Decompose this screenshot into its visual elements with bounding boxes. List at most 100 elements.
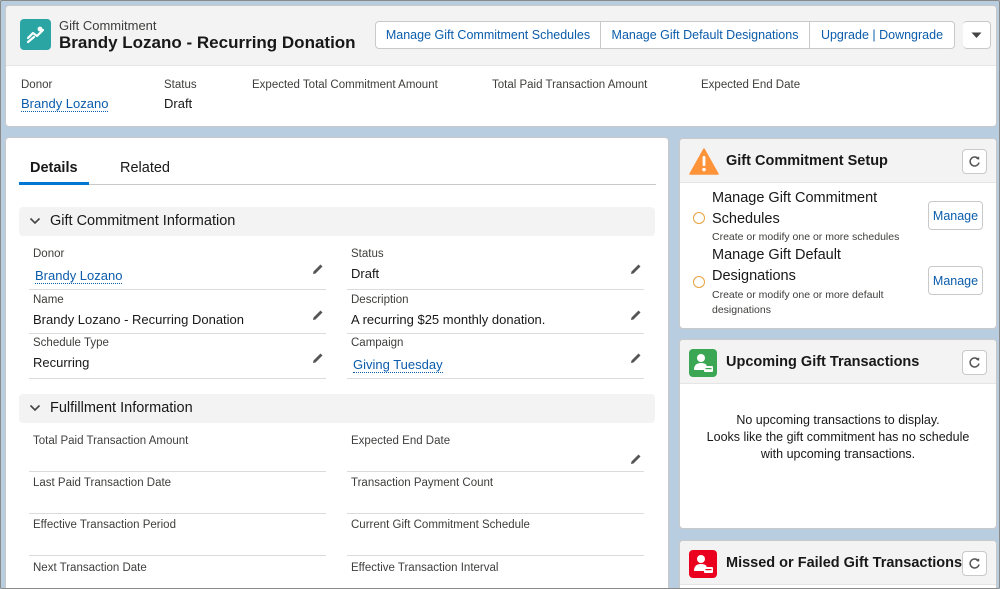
field-label: Effective Transaction Interval	[351, 562, 499, 574]
pencil-icon[interactable]	[630, 453, 642, 465]
header-action-buttons: Manage Gift Commitment Schedules Manage …	[375, 21, 991, 49]
field-value: Draft	[351, 266, 380, 281]
campaign-link[interactable]: Giving Tuesday	[353, 357, 443, 373]
missed-transaction-icon	[689, 550, 717, 578]
highlight-donor-link[interactable]: Brandy Lozano	[21, 96, 109, 112]
empty-state-line: No upcoming transactions to display.	[736, 413, 940, 427]
app-frame: Gift Commitment Brandy Lozano - Recurrin…	[0, 0, 1000, 589]
refresh-button[interactable]	[962, 350, 987, 375]
field-label: Schedule Type	[33, 337, 109, 349]
pencil-icon[interactable]	[630, 263, 642, 275]
highlight-expected-end-label: Expected End Date	[701, 79, 801, 91]
manage-designations-card-button[interactable]: Manage	[928, 266, 983, 295]
field-value[interactable]: Giving Tuesday	[353, 357, 443, 373]
chevron-down-icon	[29, 217, 41, 225]
upcoming-gift-transactions-card: Upcoming Gift Transactions No upcoming t…	[679, 339, 997, 529]
field-label: Total Paid Transaction Amount	[33, 435, 189, 447]
field-donor: Donor Brandy Lozano	[29, 248, 326, 290]
field-value: Brandy Lozano - Recurring Donation	[33, 312, 245, 327]
gift-commitment-info-section-header[interactable]: Gift Commitment Information	[19, 207, 655, 236]
fulfillment-info-section-header[interactable]: Fulfillment Information	[19, 394, 655, 423]
missed-gift-transactions-card: Missed or Failed Gift Transactions	[679, 540, 997, 588]
upgrade-downgrade-button[interactable]: Upgrade | Downgrade	[810, 21, 955, 49]
record-title: Brandy Lozano - Recurring Donation	[59, 33, 356, 52]
highlight-donor-label: Donor	[21, 79, 53, 91]
field-description: Description A recurring $25 monthly dona…	[347, 294, 644, 334]
pencil-icon[interactable]	[630, 309, 642, 321]
upcoming-transaction-icon	[689, 349, 717, 377]
donor-link[interactable]: Brandy Lozano	[35, 268, 123, 284]
setup-item-title-line: Schedules	[712, 211, 780, 227]
pencil-icon[interactable]	[312, 263, 324, 275]
field-total-paid: Total Paid Transaction Amount	[29, 435, 326, 472]
field-payment-count: Transaction Payment Count	[347, 477, 644, 514]
record-header: Gift Commitment Brandy Lozano - Recurrin…	[5, 5, 997, 127]
incomplete-step-icon	[693, 212, 705, 224]
gift-commitment-icon	[20, 19, 51, 50]
tab-bar: Details Related	[19, 152, 656, 185]
field-value: A recurring $25 monthly donation.	[351, 312, 546, 327]
card-title: Missed or Failed Gift Transactions	[726, 555, 963, 571]
field-label: Name	[33, 294, 64, 306]
field-label: Next Transaction Date	[33, 562, 147, 574]
field-label: Current Gift Commitment Schedule	[351, 519, 530, 531]
chevron-down-icon	[971, 32, 982, 38]
highlight-total-paid-label: Total Paid Transaction Amount	[492, 79, 648, 91]
refresh-icon	[969, 357, 980, 368]
field-name: Name Brandy Lozano - Recurring Donation	[29, 294, 326, 334]
field-label: Description	[351, 294, 409, 306]
section-title: Fulfillment Information	[50, 400, 193, 416]
refresh-button[interactable]	[962, 551, 987, 576]
field-value[interactable]: Brandy Lozano	[35, 268, 123, 284]
field-label: Donor	[33, 248, 65, 260]
highlight-status-value: Draft	[164, 96, 193, 111]
setup-item-title-line: Manage Gift Commitment	[712, 190, 878, 206]
manage-designations-button[interactable]: Manage Gift Default Designations	[601, 21, 810, 49]
setup-item-title: Manage Gift Default Designations	[712, 245, 841, 287]
warning-icon	[689, 148, 719, 175]
card-title: Gift Commitment Setup	[726, 153, 888, 169]
field-schedule-type: Schedule Type Recurring	[29, 337, 326, 379]
field-status: Status Draft	[347, 248, 644, 290]
field-current-schedule: Current Gift Commitment Schedule	[347, 519, 644, 556]
refresh-icon	[969, 156, 980, 167]
field-last-paid-date: Last Paid Transaction Date	[29, 477, 326, 514]
card-header: Gift Commitment Setup	[680, 139, 996, 183]
field-label: Effective Transaction Period	[33, 519, 176, 531]
field-label: Last Paid Transaction Date	[33, 477, 172, 489]
highlight-status-label: Status	[164, 79, 197, 91]
empty-state-line: with upcoming transactions.	[760, 447, 916, 461]
highlight-donor-value[interactable]: Brandy Lozano	[21, 96, 109, 112]
card-title: Upcoming Gift Transactions	[726, 354, 920, 370]
field-label: Expected End Date	[351, 435, 451, 447]
more-actions-dropdown[interactable]	[963, 21, 991, 49]
setup-item-desc: Create or modify one or more default des…	[712, 289, 884, 316]
gift-commitment-setup-card: Gift Commitment Setup Manage Gift Commit…	[679, 138, 997, 329]
tab-related[interactable]: Related	[120, 160, 170, 176]
setup-item-title: Manage Gift Commitment Schedules	[712, 188, 877, 230]
manage-schedules-button[interactable]: Manage Gift Commitment Schedules	[375, 21, 601, 49]
manage-schedules-card-button[interactable]: Manage	[928, 201, 983, 230]
refresh-button[interactable]	[962, 149, 987, 174]
field-effective-period: Effective Transaction Period	[29, 519, 326, 556]
empty-state-message: No upcoming transactions to display. Loo…	[680, 412, 996, 463]
active-tab-indicator	[19, 182, 89, 185]
details-panel: Details Related Gift Commitment Informat…	[5, 137, 669, 588]
incomplete-step-icon	[693, 276, 705, 288]
field-label: Campaign	[351, 337, 404, 349]
pencil-icon[interactable]	[630, 352, 642, 364]
pencil-icon[interactable]	[312, 309, 324, 321]
setup-item-desc: Create or modify one or more schedules	[712, 231, 900, 243]
field-effective-interval: Effective Transaction Interval	[347, 562, 644, 588]
pencil-icon[interactable]	[312, 352, 324, 364]
field-next-transaction-date: Next Transaction Date	[29, 562, 326, 588]
tab-details[interactable]: Details	[30, 160, 78, 176]
setup-item-title-line: Designations	[712, 268, 796, 284]
card-header: Missed or Failed Gift Transactions	[680, 541, 996, 585]
setup-item-title-line: Manage Gift Default	[712, 247, 841, 263]
field-label: Transaction Payment Count	[351, 477, 494, 489]
refresh-icon	[969, 558, 980, 569]
card-header: Upcoming Gift Transactions	[680, 340, 996, 384]
field-value: Recurring	[33, 355, 90, 370]
highlight-expected-total-label: Expected Total Commitment Amount	[252, 79, 438, 91]
